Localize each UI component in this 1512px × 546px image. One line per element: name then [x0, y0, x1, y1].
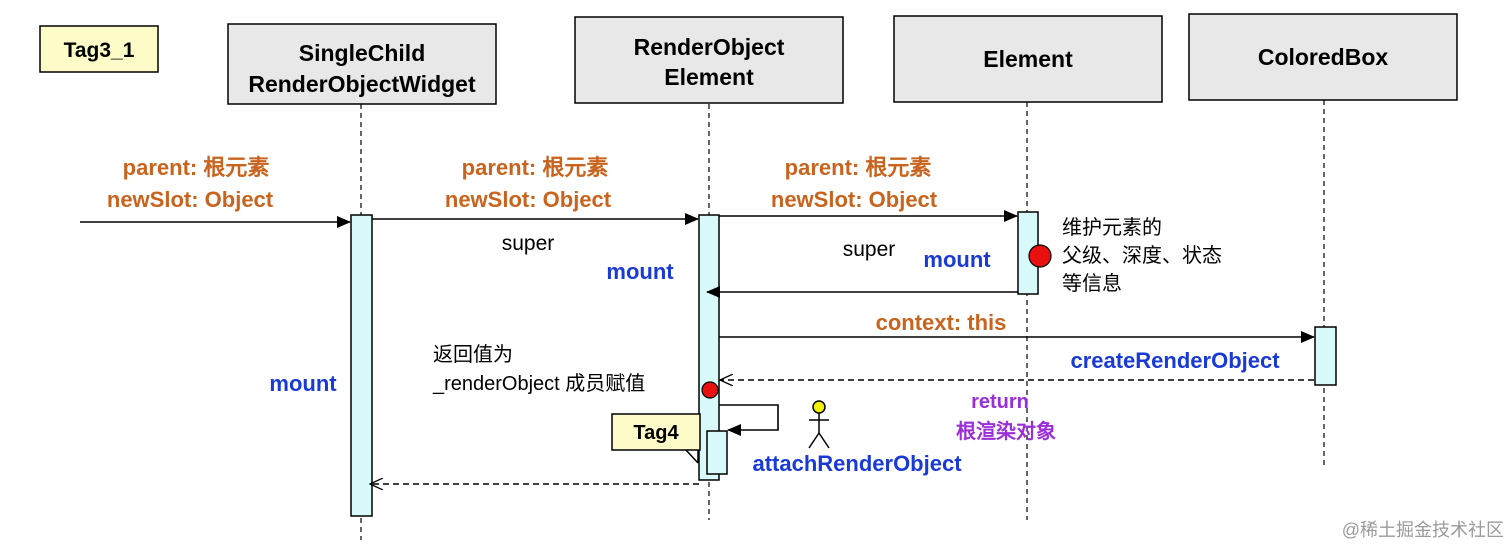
- attach-renderobject-label: attachRenderObject: [752, 451, 962, 476]
- param-label: newSlot: Object: [445, 187, 612, 212]
- mount-label: mount: [269, 371, 337, 396]
- element-note-line: 等信息: [1062, 272, 1122, 295]
- tag-main-label: Tag3_1: [64, 39, 135, 62]
- participant-label: ColoredBox: [1258, 44, 1389, 70]
- participant-label: RenderObject: [634, 34, 785, 60]
- return-label: 根渲染对象: [956, 419, 1056, 443]
- param-label: parent: 根元素: [123, 155, 270, 180]
- sequence-diagram: Tag3_1 SingleChild RenderObjectWidget Re…: [39, 13, 1504, 540]
- return-note-line: 返回值为: [433, 343, 513, 366]
- activation-singlechild: [350, 214, 373, 517]
- param-label: newSlot: Object: [107, 187, 274, 212]
- super-label: super: [843, 238, 896, 261]
- param-label: parent: 根元素: [785, 155, 932, 180]
- participant-singlechild-renderobjectwidget: SingleChild RenderObjectWidget: [227, 23, 497, 105]
- element-note-line: 维护元素的: [1062, 216, 1162, 239]
- activation-renderobjectelement-nested: [706, 430, 728, 475]
- participant-label: RenderObjectWidget: [248, 71, 476, 97]
- mount-label: mount: [923, 247, 991, 272]
- participant-renderobject-element: RenderObject Element: [574, 16, 844, 104]
- return-note-line: _renderObject 成员赋值: [432, 372, 645, 395]
- return-label: return: [971, 391, 1029, 413]
- arrow-self-attach: [719, 404, 779, 436]
- participant-label: SingleChild: [299, 40, 426, 66]
- activation-coloredbox: [1314, 326, 1337, 386]
- tag-sub-callout: Tag4: [611, 413, 701, 464]
- param-label: newSlot: Object: [771, 187, 938, 212]
- participant-label: Element: [983, 46, 1073, 72]
- element-note-line: 父级、深度、状态: [1062, 244, 1222, 267]
- create-renderobject-label: createRenderObject: [1070, 348, 1280, 373]
- param-label: parent: 根元素: [462, 155, 609, 180]
- context-label: context: this: [876, 310, 1007, 335]
- marker-dot-return: [701, 381, 719, 399]
- super-label: super: [502, 232, 555, 255]
- participant-coloredbox: ColoredBox: [1188, 13, 1458, 101]
- tag-sub-label: Tag4: [633, 422, 679, 444]
- participant-element: Element: [893, 15, 1163, 103]
- watermark: @稀土掘金技术社区: [1342, 520, 1504, 540]
- actor-icon: [808, 400, 830, 449]
- mount-label: mount: [606, 259, 674, 284]
- marker-dot-element: [1028, 244, 1052, 268]
- participant-label: Element: [664, 64, 754, 90]
